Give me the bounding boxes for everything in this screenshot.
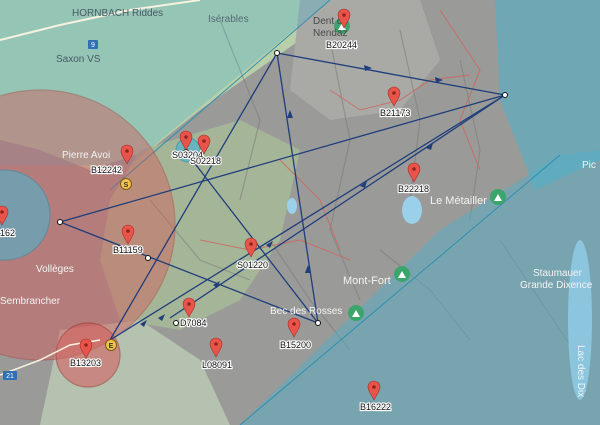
place-label-pierre-avoi: Pierre Avoi: [62, 150, 110, 161]
map-canvas[interactable]: S E 9 21 HORNBACH Riddes Isérables Dent …: [0, 0, 600, 425]
map-pin-dot: [249, 242, 253, 246]
map-pin-dot: [292, 322, 296, 326]
place-label-mont-fort: Mont-Fort: [343, 275, 391, 287]
marker-label: B22218: [398, 184, 429, 194]
lake-tiny: [287, 198, 297, 214]
turnpoint[interactable]: [315, 320, 321, 326]
road-shield-21-label: 21: [6, 373, 14, 380]
place-label-le-metailler: Le Métailler: [430, 195, 487, 207]
turnpoint[interactable]: [145, 255, 151, 261]
marker-label: L08091: [202, 360, 232, 370]
place-label-nendaz: Nendaz: [313, 28, 347, 39]
marker-label: B11159: [113, 245, 143, 255]
map-pin-dot: [84, 343, 88, 347]
map-pin-dot: [202, 139, 206, 143]
start-badge-label: S: [124, 182, 129, 189]
marker-label: S01220: [237, 260, 268, 270]
marker-label: B15200: [280, 340, 311, 350]
map-pin-dot: [214, 342, 218, 346]
map-pin-dot: [372, 385, 376, 389]
place-label-saxon: Saxon VS: [56, 54, 101, 65]
marker-label: B16222: [360, 402, 391, 412]
map-pin-dot: [184, 135, 188, 139]
map-pin-dot: [126, 229, 130, 233]
map-pin-dot: [392, 91, 396, 95]
marker-label: B12242: [91, 165, 122, 175]
turnpoint[interactable]: [502, 92, 508, 98]
place-label-hornbach: HORNBACH Riddes: [72, 8, 163, 19]
marker-label: D7084: [180, 318, 207, 328]
place-label-staumauer: Staumauer: [533, 268, 583, 279]
place-label-pic: Pic: [582, 160, 596, 171]
park-icon[interactable]: [348, 305, 364, 321]
end-badge-label: E: [109, 343, 114, 350]
place-label-bec-des-rosses: Bec des Rosses: [270, 306, 342, 317]
park-icon[interactable]: [490, 189, 506, 205]
marker-label: S02218: [190, 156, 221, 166]
place-label-grande-dixence: Grande Dixence: [520, 280, 593, 291]
map-pin-dot: [187, 302, 191, 306]
place-label-volleges: Vollèges: [36, 264, 74, 275]
park-icon[interactable]: [394, 266, 410, 282]
road-shield-9-label: 9: [91, 42, 95, 49]
road-shield-21: 21: [3, 371, 17, 380]
turnpoint[interactable]: [57, 219, 63, 225]
airspace-small-red-circle: [55, 322, 121, 388]
marker-label: B20244: [326, 40, 357, 50]
place-label-sembrancher: Sembrancher: [0, 296, 61, 307]
map-pin-dot: [412, 167, 416, 171]
end-badge[interactable]: E: [105, 339, 117, 351]
turnpoint[interactable]: [173, 320, 179, 326]
road-shield-9: 9: [88, 40, 98, 49]
marker-label: 162: [0, 228, 15, 238]
marker-label: B13203: [70, 358, 101, 368]
marker-label: B21173: [380, 108, 410, 118]
map-pin-dot: [0, 210, 4, 214]
place-label-iserables: Isérables: [208, 14, 249, 25]
map-pin-dot: [342, 13, 346, 17]
place-label-lac-des-dix: Lac des Dix: [575, 345, 586, 397]
map-pin-dot: [125, 149, 129, 153]
start-badge[interactable]: S: [120, 178, 132, 190]
lake-small: [402, 196, 422, 224]
turnpoint[interactable]: [274, 50, 280, 56]
